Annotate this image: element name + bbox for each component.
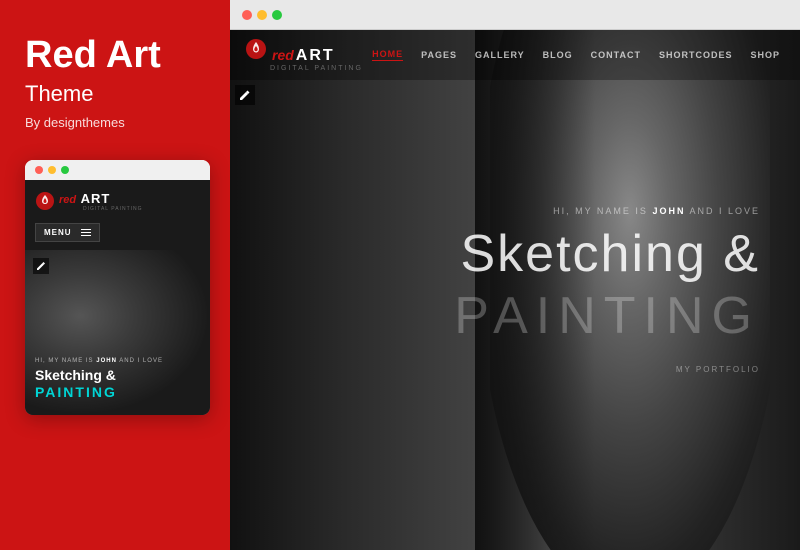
mobile-menu-button[interactable]: MENU <box>35 223 100 242</box>
desktop-nav-links: HOME PAGES GALLERY BLOG CONTACT SHORTCOD… <box>372 49 780 61</box>
mobile-intro-line: HI, MY NAME IS JOHN AND I LOVE <box>35 358 200 364</box>
desktop-logo-tagline: DIGITAL PAINTING <box>270 65 363 72</box>
mobile-logo: red ART DIGITAL PAINTING <box>35 190 143 212</box>
hero-text-content: HI, MY NAME IS JOHN AND I LOVE Sketching… <box>454 206 760 374</box>
hamburger-icon <box>81 229 91 236</box>
mobile-painting-text: PAINTING <box>35 384 200 400</box>
browser-content: red ART DIGITAL PAINTING HOME PAGES GALL… <box>230 30 800 550</box>
hero-portfolio-link[interactable]: MY PORTFOLIO <box>454 365 760 374</box>
mobile-hero-text: HI, MY NAME IS JOHN AND I LOVE Sketching… <box>35 358 200 400</box>
theme-subtitle: Theme <box>25 81 210 107</box>
logo-flame-icon <box>35 191 55 211</box>
desktop-logo-red: red <box>272 47 294 63</box>
mobile-menu-label: MENU <box>44 228 72 237</box>
nav-link-pages[interactable]: PAGES <box>421 50 457 60</box>
browser-dot-green <box>272 10 282 20</box>
mobile-logo-red: red <box>59 194 76 206</box>
dot-yellow <box>48 166 56 174</box>
hero-intro-line: HI, MY NAME IS JOHN AND I LOVE <box>454 206 760 216</box>
browser-dot-yellow <box>257 10 267 20</box>
desktop-nav: red ART DIGITAL PAINTING HOME PAGES GALL… <box>230 30 800 80</box>
browser-dot-red <box>242 10 252 20</box>
hero-painting-text: PAINTING <box>454 288 760 345</box>
left-panel: Red Art Theme By designthemes red <box>0 0 230 550</box>
mobile-menu-bar: MENU <box>25 218 210 250</box>
nav-link-blog[interactable]: BLOG <box>543 50 573 60</box>
theme-author: By designthemes <box>25 115 210 130</box>
mobile-logo-tagline: DIGITAL PAINTING <box>83 206 143 212</box>
dot-green <box>61 166 69 174</box>
theme-title: Red Art <box>25 35 210 77</box>
dot-red <box>35 166 43 174</box>
browser-chrome <box>230 0 800 30</box>
mobile-sketching-text: Sketching & <box>35 367 200 384</box>
right-panel: red ART DIGITAL PAINTING HOME PAGES GALL… <box>230 0 800 550</box>
desktop-logo-art: ART <box>296 47 335 65</box>
desktop-logo-icon <box>245 38 267 60</box>
nav-link-shop[interactable]: SHOP <box>750 50 780 60</box>
mobile-titlebar <box>25 160 210 180</box>
hero-intro-name: JOHN <box>652 206 685 216</box>
nav-link-contact[interactable]: CONTACT <box>591 50 641 60</box>
nav-link-shortcodes[interactable]: SHORTCODES <box>659 50 733 60</box>
nav-link-home[interactable]: HOME <box>372 49 403 61</box>
mobile-hero: HI, MY NAME IS JOHN AND I LOVE Sketching… <box>25 250 210 415</box>
mobile-preview-card: red ART DIGITAL PAINTING MENU <box>25 160 210 415</box>
desktop-edit-icon[interactable] <box>235 85 255 105</box>
desktop-hero: red ART DIGITAL PAINTING HOME PAGES GALL… <box>230 30 800 550</box>
mobile-logo-art: ART <box>81 191 111 206</box>
hero-sketching-text: Sketching & <box>454 226 760 283</box>
mobile-header: red ART DIGITAL PAINTING <box>25 180 210 218</box>
mobile-edit-icon[interactable] <box>33 258 49 274</box>
desktop-logo: red ART DIGITAL PAINTING <box>245 38 363 72</box>
mobile-intro-name: JOHN <box>96 358 117 364</box>
nav-link-gallery[interactable]: GALLERY <box>475 50 525 60</box>
